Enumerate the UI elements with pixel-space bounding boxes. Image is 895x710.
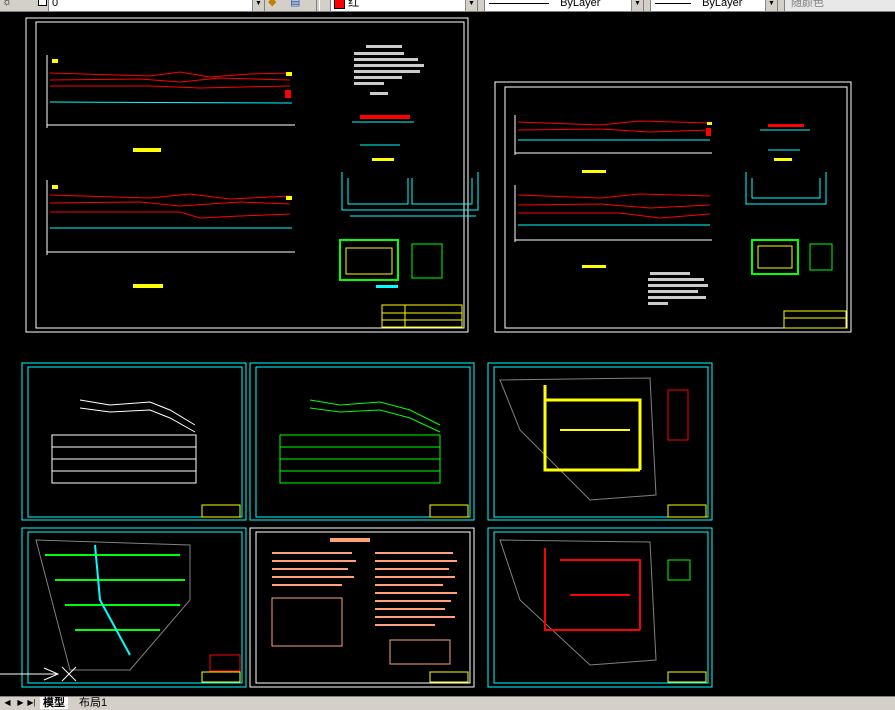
section-red (768, 124, 804, 127)
plotstyle-value: 随颜色 (791, 0, 824, 9)
lineweight-value: ByLayer (702, 0, 743, 9)
chevron-down-icon[interactable]: ▼ (465, 0, 477, 11)
marker-yellow (52, 59, 58, 63)
layer-state-icon[interactable]: ☼ (2, 0, 12, 10)
tab-layout1[interactable]: 布局1 (76, 697, 110, 709)
layer-manager-icon[interactable]: ▤ (290, 0, 304, 10)
color-combo[interactable]: 红 ▼ (330, 0, 478, 11)
note-line (375, 608, 445, 610)
properties-toolbar: ☼ 0 ▼ ◆ ▤ 红 ▼ ByLayer ▼ ByLayer ▼ 随颜色 (0, 0, 895, 12)
section-red (360, 115, 410, 119)
note-line (272, 552, 352, 554)
lineweight-combo[interactable]: ByLayer ▼ (650, 0, 778, 11)
lineweight-sample (655, 2, 691, 4)
tab-scroll-end-icon[interactable]: ▶| (27, 697, 36, 709)
note-line (375, 576, 455, 578)
note-line (650, 272, 690, 275)
note-line (648, 296, 706, 299)
chevron-down-icon[interactable]: ▼ (765, 0, 777, 11)
marker-yellow (52, 185, 58, 189)
manhole-title-bar (376, 285, 398, 288)
note-line (354, 58, 418, 61)
note-line (272, 568, 348, 570)
note-line (366, 45, 402, 48)
note-line (354, 76, 402, 79)
layer-name: 0 (52, 0, 59, 9)
linetype-sample (489, 2, 549, 4)
color-name: 红 (348, 0, 360, 9)
section-title-bar (774, 158, 792, 161)
note-line (375, 624, 435, 626)
drawing-canvas[interactable] (0, 12, 895, 696)
note-line (648, 302, 668, 305)
note-line (375, 616, 455, 618)
note-line (648, 284, 708, 287)
tab-scroll-left-icon[interactable]: ◀ (3, 697, 12, 709)
layout-tab-bar: ◀ ▶ ▶| 模型 布局1 (0, 696, 895, 710)
note-line (272, 584, 342, 586)
note-line (375, 600, 451, 602)
marker-yellow (286, 72, 292, 76)
marker-red (706, 128, 711, 136)
profile-title-bar (582, 170, 606, 173)
section-title-bar (372, 158, 394, 161)
note-line (354, 64, 424, 67)
profile-title-bar (582, 265, 606, 268)
profile-title-bar (133, 148, 161, 152)
layer-previous-icon[interactable]: ◆ (268, 0, 282, 10)
note-line (354, 70, 420, 73)
note-line (354, 52, 404, 55)
plotstyle-combo[interactable]: 随颜色 (784, 0, 895, 11)
chevron-down-icon[interactable]: ▼ (252, 0, 264, 11)
chevron-down-icon[interactable]: ▼ (631, 0, 643, 11)
layer-combo[interactable]: 0 ▼ (48, 0, 265, 11)
note-line (272, 560, 356, 562)
note-line (375, 584, 443, 586)
color-swatch (334, 0, 345, 9)
profile-title-bar (133, 284, 163, 288)
marker-red (285, 90, 291, 98)
linetype-combo[interactable]: ByLayer ▼ (484, 0, 644, 11)
tab-model[interactable]: 模型 (40, 697, 68, 709)
note-line (375, 560, 457, 562)
note-line (648, 278, 704, 281)
tab-scroll-right-icon[interactable]: ▶ (16, 697, 25, 709)
marker-yellow (707, 122, 712, 125)
notes-title-bar (330, 538, 370, 542)
linetype-value: ByLayer (560, 0, 601, 9)
note-line (375, 552, 453, 554)
note-line (370, 92, 388, 95)
marker-yellow (286, 196, 292, 200)
toolbar-separator (316, 0, 320, 11)
note-line (375, 568, 449, 570)
note-line (375, 592, 457, 594)
note-line (354, 82, 384, 85)
note-line (648, 290, 698, 293)
layer-color-swatch (38, 0, 47, 6)
note-line (272, 576, 354, 578)
